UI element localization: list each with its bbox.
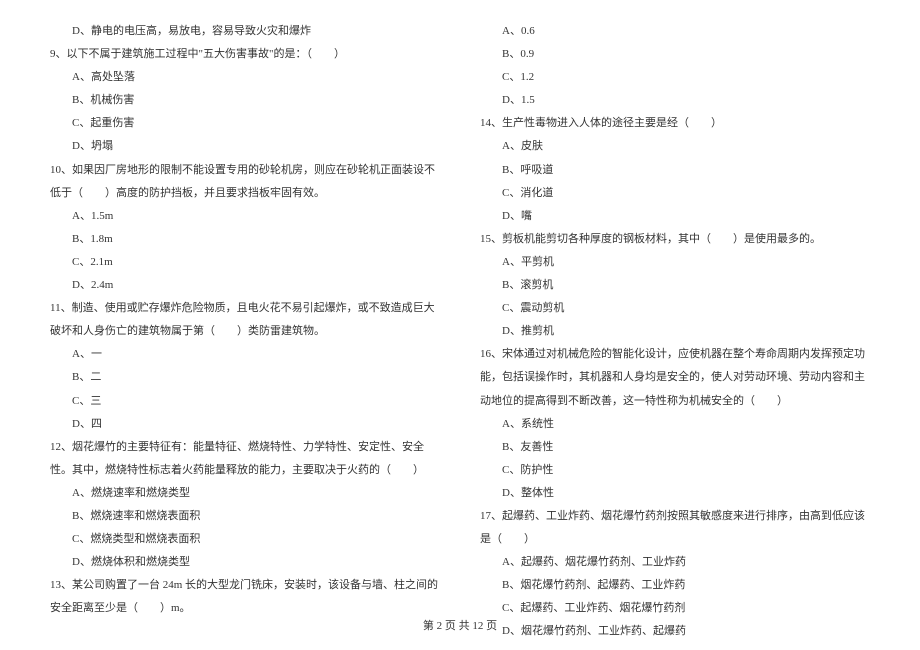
option-text: D、四 bbox=[50, 413, 440, 436]
option-text: D、静电的电压高，易放电，容易导致火灾和爆炸 bbox=[50, 20, 440, 43]
option-text: B、呼吸道 bbox=[480, 159, 870, 182]
option-text: B、友善性 bbox=[480, 436, 870, 459]
question-text: 15、剪板机能剪切各种厚度的钢板材料，其中（ ）是使用最多的。 bbox=[480, 228, 870, 251]
option-text: C、燃烧类型和燃烧表面积 bbox=[50, 528, 440, 551]
option-text: D、1.5 bbox=[480, 89, 870, 112]
option-text: D、推剪机 bbox=[480, 320, 870, 343]
document-content: D、静电的电压高，易放电，容易导致火灾和爆炸 9、以下不属于建筑施工过程中"五大… bbox=[50, 20, 870, 644]
question-text: 16、宋体通过对机械危险的智能化设计，应使机器在整个寿命周期内发挥预定功能，包括… bbox=[480, 343, 870, 412]
option-text: A、一 bbox=[50, 343, 440, 366]
option-text: C、三 bbox=[50, 390, 440, 413]
option-text: D、嘴 bbox=[480, 205, 870, 228]
option-text: A、平剪机 bbox=[480, 251, 870, 274]
option-text: A、1.5m bbox=[50, 205, 440, 228]
option-text: D、整体性 bbox=[480, 482, 870, 505]
option-text: B、二 bbox=[50, 366, 440, 389]
option-text: A、皮肤 bbox=[480, 135, 870, 158]
right-column: A、0.6 B、0.9 C、1.2 D、1.5 14、生产性毒物进入人体的途径主… bbox=[480, 20, 870, 644]
option-text: A、高处坠落 bbox=[50, 66, 440, 89]
question-text: 10、如果因厂房地形的限制不能设置专用的砂轮机房，则应在砂轮机正面装设不低于（ … bbox=[50, 159, 440, 205]
option-text: C、防护性 bbox=[480, 459, 870, 482]
question-text: 12、烟花爆竹的主要特征有：能量特征、燃烧特性、力学特性、安定性、安全性。其中，… bbox=[50, 436, 440, 482]
option-text: C、消化道 bbox=[480, 182, 870, 205]
question-text: 14、生产性毒物进入人体的途径主要是经（ ） bbox=[480, 112, 870, 135]
option-text: B、烟花爆竹药剂、起爆药、工业炸药 bbox=[480, 574, 870, 597]
option-text: D、燃烧体积和燃烧类型 bbox=[50, 551, 440, 574]
option-text: A、起爆药、烟花爆竹药剂、工业炸药 bbox=[480, 551, 870, 574]
option-text: B、0.9 bbox=[480, 43, 870, 66]
question-text: 11、制造、使用或贮存爆炸危险物质，且电火花不易引起爆炸，或不致造成巨大破坏和人… bbox=[50, 297, 440, 343]
option-text: B、滚剪机 bbox=[480, 274, 870, 297]
left-column: D、静电的电压高，易放电，容易导致火灾和爆炸 9、以下不属于建筑施工过程中"五大… bbox=[50, 20, 440, 644]
option-text: C、起重伤害 bbox=[50, 112, 440, 135]
option-text: B、燃烧速率和燃烧表面积 bbox=[50, 505, 440, 528]
option-text: C、2.1m bbox=[50, 251, 440, 274]
option-text: C、1.2 bbox=[480, 66, 870, 89]
option-text: D、坍塌 bbox=[50, 135, 440, 158]
page-footer: 第 2 页 共 12 页 bbox=[0, 615, 920, 638]
question-text: 9、以下不属于建筑施工过程中"五大伤害事故"的是：（ ） bbox=[50, 43, 440, 66]
option-text: B、1.8m bbox=[50, 228, 440, 251]
option-text: C、震动剪机 bbox=[480, 297, 870, 320]
option-text: A、燃烧速率和燃烧类型 bbox=[50, 482, 440, 505]
option-text: A、系统性 bbox=[480, 413, 870, 436]
option-text: B、机械伤害 bbox=[50, 89, 440, 112]
option-text: D、2.4m bbox=[50, 274, 440, 297]
question-text: 17、起爆药、工业炸药、烟花爆竹药剂按照其敏感度来进行排序，由高到低应该是（ ） bbox=[480, 505, 870, 551]
option-text: A、0.6 bbox=[480, 20, 870, 43]
question-text: 13、某公司购置了一台 24m 长的大型龙门铣床，安装时，该设备与墙、柱之间的安… bbox=[50, 574, 440, 620]
